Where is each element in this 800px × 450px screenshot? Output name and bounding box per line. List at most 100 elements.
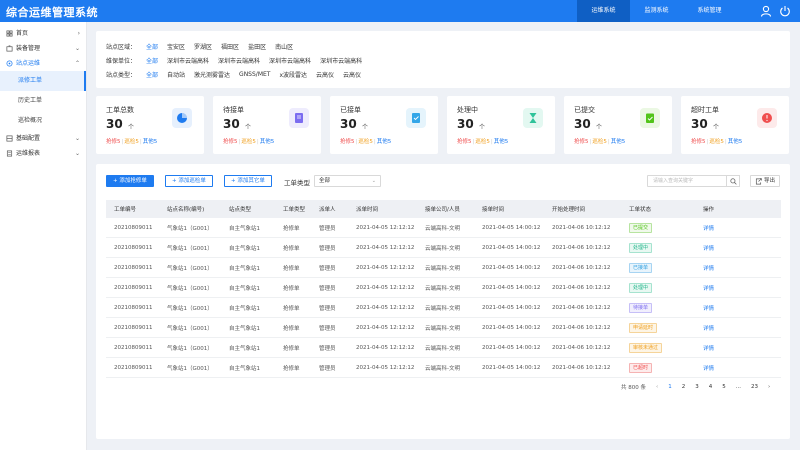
filter-option[interactable]: GNSS/MET <box>239 71 270 78</box>
filter-option[interactable]: 激光测雾雷达 <box>194 70 230 79</box>
filter-option[interactable]: 全部 <box>146 70 158 79</box>
table-cell-action: 详情 <box>695 304 745 312</box>
filter-option[interactable]: 全部 <box>146 56 158 65</box>
stat-card-breakdown: 抢修5|巡检5|其他5 <box>106 139 158 145</box>
breakdown-item: 抢修5 <box>223 139 238 145</box>
filter-option[interactable]: 福田区 <box>221 42 239 51</box>
stat-card-icon-box <box>640 108 660 128</box>
stat-card-value: 30 <box>223 117 240 131</box>
stat-card[interactable]: 已接单 30 个抢修5|巡检5|其他5 <box>330 96 438 154</box>
details-link[interactable]: 详情 <box>703 366 714 372</box>
filter-option[interactable]: 云高仪 <box>316 70 334 79</box>
prev-page-button[interactable]: ‹ <box>656 384 658 390</box>
breakdown-item: 其他5 <box>142 139 158 145</box>
stat-card[interactable]: 处理中 30 个抢修5|巡检5|其他5 <box>447 96 555 154</box>
export-button[interactable]: 导出 <box>750 175 780 187</box>
table-cell-action: 详情 <box>695 364 745 372</box>
sidebar-item[interactable]: 站点运维 ⌃ <box>0 56 86 71</box>
table-cell-status: 已提交 <box>621 222 695 233</box>
filter-option[interactable]: 深圳市云端高科 <box>218 56 260 65</box>
column-header: 工单状态 <box>629 207 652 213</box>
table-cell-stime: 2021-04-06 10:12:12 <box>552 364 611 371</box>
header-tab-2[interactable]: 监测系统 <box>630 0 683 22</box>
next-page-button[interactable]: › <box>768 384 770 390</box>
header-tabs: 运维系统 监测系统 系统管理 <box>577 0 736 22</box>
stat-card-unit: 个 <box>362 124 369 131</box>
page-number[interactable]: 4 <box>709 384 713 390</box>
sidebar-subitem[interactable]: 巡检概况 <box>0 111 86 131</box>
page-number[interactable]: 5 <box>722 384 726 390</box>
table-cell-id: 20210809011 <box>114 324 153 331</box>
table-cell-company: 云端高科-文明 <box>425 305 460 312</box>
user-icon[interactable] <box>760 5 772 17</box>
filter-option[interactable]: 深圳市云端高科 <box>320 56 362 65</box>
add-repair-order-button[interactable]: + 添加抢修单 <box>106 175 154 187</box>
app-title: 综合运维管理系统 <box>6 6 98 19</box>
breakdown-item: 其他5 <box>610 139 626 145</box>
stat-card-icon-box <box>757 108 777 128</box>
table-row: 20210809011 气象站1（G001） 自主气象站1 抢修单 管理员 2021-04… <box>106 318 781 338</box>
stat-card[interactable]: 已提交 30 个抢修5|巡检5|其他5 <box>564 96 672 154</box>
filter-option[interactable]: 宝安区 <box>167 42 185 51</box>
table-row: 20210809011 气象站1（G001） 自主气象站1 抢修单 管理员 2021-04… <box>106 358 781 378</box>
details-link[interactable]: 详情 <box>703 246 714 252</box>
table-cell-id: 20210809011 <box>114 364 153 371</box>
page-number[interactable]: 2 <box>682 384 686 390</box>
sidebar-item[interactable]: 首页 › <box>0 26 86 41</box>
table-cell-stype: 自主气象站1 <box>229 325 260 332</box>
details-link[interactable]: 详情 <box>703 286 714 292</box>
details-link[interactable]: 详情 <box>703 226 714 232</box>
filter-option[interactable]: x波段雷达 <box>279 70 307 79</box>
table-header: 工单编号 站点名称(编号) 站点类型 工单类型 派单人 派单时间 接单公司/人员 接单时间 开始… <box>106 200 781 218</box>
export-label: 导出 <box>763 178 775 184</box>
details-link[interactable]: 详情 <box>703 346 714 352</box>
sidebar-item-label: 装备管理 <box>16 45 41 52</box>
filter-option[interactable]: 全部 <box>146 42 158 51</box>
status-badge: 处理中 <box>629 242 653 253</box>
filter-option[interactable]: 南山区 <box>275 42 293 51</box>
page-number[interactable]: 1 <box>668 384 672 390</box>
header-tab-1[interactable]: 运维系统 <box>577 0 630 22</box>
filter-option[interactable]: 盐田区 <box>248 42 266 51</box>
filter-option[interactable]: 深圳市云端高科 <box>167 56 209 65</box>
order-type-select[interactable]: 全部 ⌄ <box>314 175 381 187</box>
chevron-icon: ⌃ <box>74 60 80 67</box>
table-cell-dispatcher: 管理员 <box>319 265 336 272</box>
stat-card[interactable]: 待接单 30 个抢修5|巡检5|其他5 <box>213 96 321 154</box>
logout-icon[interactable] <box>779 5 791 17</box>
sidebar-subitem[interactable]: 派修工单 <box>0 71 86 91</box>
add-inspection-order-button[interactable]: + 添加巡检单 <box>165 175 213 187</box>
search-button[interactable] <box>726 175 740 187</box>
table-cell-otype: 抢修单 <box>283 325 300 332</box>
pagination-total: 共 800 条 <box>621 385 646 391</box>
page-number[interactable]: 3 <box>695 384 699 390</box>
details-link[interactable]: 详情 <box>703 326 714 332</box>
header-tab-3[interactable]: 系统管理 <box>683 0 736 22</box>
details-link[interactable]: 详情 <box>703 266 714 272</box>
stat-card[interactable]: 工单总数 30 个抢修5|巡检5|其他5 <box>96 96 204 154</box>
table-cell-id: 20210809011 <box>114 284 153 291</box>
sidebar-subitem[interactable]: 历史工单 <box>0 91 86 111</box>
sidebar-item[interactable]: 装备管理 ⌄ <box>0 41 86 56</box>
sidebar-item[interactable]: 基础配置 ⌄ <box>0 131 86 146</box>
filter-option[interactable]: 罗湖区 <box>194 42 212 51</box>
page-number[interactable]: 23 <box>751 384 758 390</box>
filter-option[interactable]: 深圳市云端高科 <box>269 56 311 65</box>
table-cell-stime: 2021-04-06 10:12:12 <box>552 224 611 231</box>
chevron-icon: ⌄ <box>74 135 80 142</box>
details-link[interactable]: 详情 <box>703 306 714 312</box>
table-cell-stime: 2021-04-06 10:12:12 <box>552 284 611 291</box>
filter-option[interactable]: 自动站 <box>167 70 185 79</box>
table-cell-dtime: 2021-04-05 12:12:12 <box>356 264 415 271</box>
status-badge: 已接单 <box>629 262 653 273</box>
chevron-icon: ⌄ <box>74 45 80 52</box>
stat-card[interactable]: 超时工单 30 个抢修5|巡检5|其他5 <box>681 96 789 154</box>
table-cell-atime: 2021-04-05 14:00:12 <box>482 284 541 291</box>
filter-option[interactable]: 云高仪 <box>343 70 361 79</box>
page-number[interactable]: ... <box>736 384 741 390</box>
sidebar-item[interactable]: 运维报表 ⌄ <box>0 146 86 161</box>
table-cell-dtime: 2021-04-05 12:12:12 <box>356 304 415 311</box>
table-cell-stype: 自主气象站1 <box>229 225 260 232</box>
table-row: 20210809011 气象站1（G001） 自主气象站1 抢修单 管理员 2021-04… <box>106 278 781 298</box>
add-other-order-button[interactable]: + 添加其它单 <box>224 175 272 187</box>
